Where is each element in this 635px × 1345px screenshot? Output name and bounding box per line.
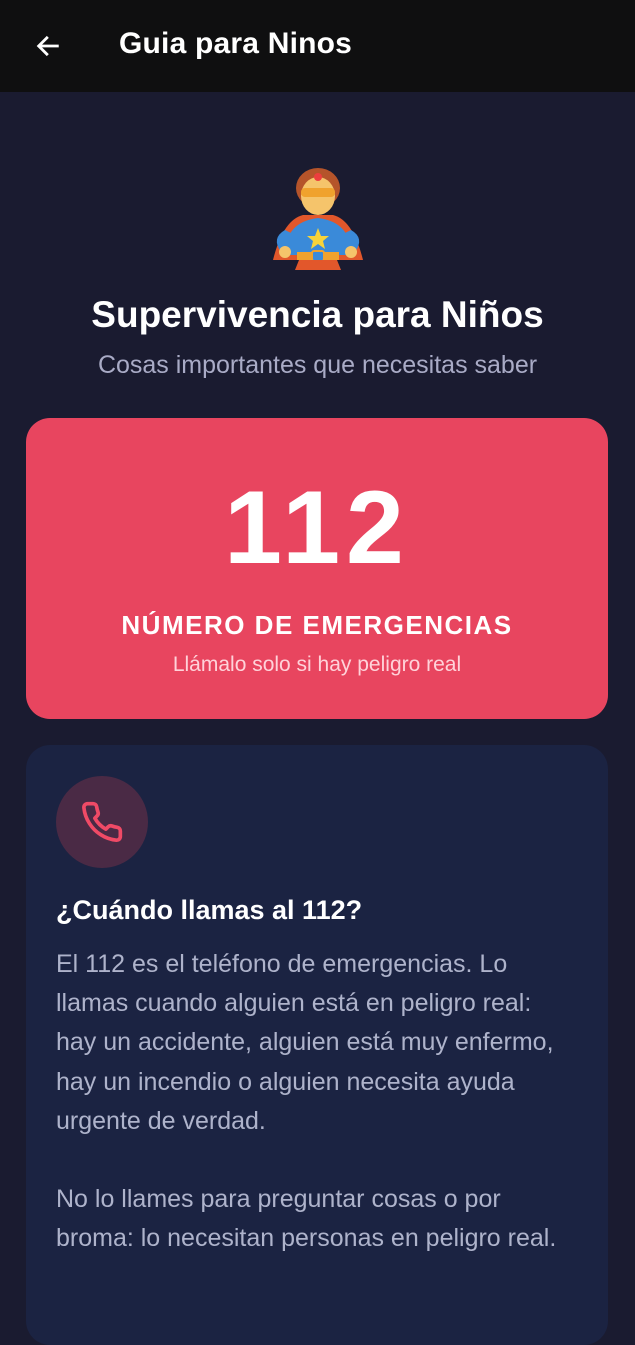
arrow-left-icon	[36, 35, 59, 57]
emergency-number: 112	[224, 470, 410, 586]
info-card-title: ¿Cuándo llamas al 112?	[56, 895, 363, 925]
emergency-note: Llámalo solo si hay peligro real	[172, 653, 462, 676]
superhero-emoji-icon	[263, 160, 373, 275]
emergency-label: NÚMERO DE EMERGENCIAS	[121, 610, 513, 640]
hero-section: Supervivencia para Niños Cosas important…	[0, 160, 635, 379]
hero-title: Supervivencia para Niños	[91, 294, 544, 335]
app-bar: Guia para Ninos	[0, 0, 635, 92]
info-card: ¿Cuándo llamas al 112? El 112 es el telé…	[26, 745, 608, 1345]
hero-subtitle: Cosas importantes que necesitas saber	[97, 351, 538, 379]
emergency-number-card[interactable]: 112 NÚMERO DE EMERGENCIAS Llámalo solo s…	[26, 418, 608, 719]
info-paragraph: No lo llames para preguntar cosas o por …	[56, 1185, 557, 1253]
back-button[interactable]	[26, 22, 70, 70]
app-bar-title: Guia para Ninos	[119, 27, 353, 60]
phone-icon	[82, 801, 123, 843]
info-card-body: El 112 es el teléfono de emergencias. Lo…	[56, 945, 576, 1258]
phone-icon-badge	[56, 776, 148, 868]
info-paragraph: El 112 es el teléfono de emergencias. Lo…	[56, 950, 554, 1135]
